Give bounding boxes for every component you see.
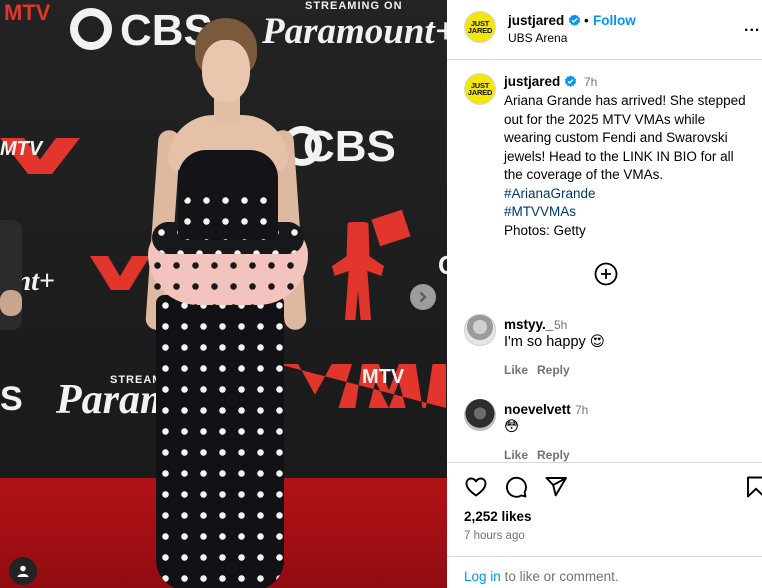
location-link[interactable]: UBS Arena	[508, 31, 567, 45]
backdrop-mtv-left: MTV	[0, 138, 43, 160]
comment-reply-button[interactable]: Reply	[537, 448, 570, 462]
account-name[interactable]: justjared	[508, 13, 581, 28]
comment-reply-button[interactable]: Reply	[537, 363, 570, 377]
comment-text: I'm so happy 😍	[504, 334, 605, 350]
caption-credit: Photos: Getty	[504, 222, 586, 238]
comment-time[interactable]: 5h	[554, 318, 567, 332]
backdrop-c-right: C	[438, 250, 447, 281]
actions-divider	[447, 462, 762, 463]
login-prompt: Log in to like or comment.	[464, 569, 619, 584]
side-person-hand	[0, 290, 22, 316]
cbs-eye-logo	[70, 8, 112, 50]
share-icon[interactable]	[544, 475, 568, 499]
ariana-grande-figure	[140, 10, 320, 588]
carousel-next-button[interactable]	[410, 284, 436, 310]
more-options-button[interactable]: ...	[744, 18, 760, 36]
comment-like-button[interactable]: Like	[504, 448, 528, 462]
account-avatar[interactable]: JUST JARED	[464, 11, 496, 43]
avatar-text: JUST JARED	[467, 19, 493, 35]
post-photo[interactable]: CBS STREAMING ON Paramount+ MTV MTV CBS …	[0, 0, 447, 588]
backdrop-s-low: S	[0, 380, 23, 418]
comments-section[interactable]: JUST JARED justjared 7h Ariana Grande ha…	[447, 61, 762, 463]
caption-body: Ariana Grande has arrived! She stepped o…	[504, 93, 746, 182]
comment-icon[interactable]	[504, 475, 528, 499]
plus-circle-icon[interactable]	[594, 262, 618, 286]
verified-icon	[565, 75, 577, 87]
commenter-avatar[interactable]	[464, 314, 496, 346]
comment-time[interactable]: 7h	[575, 403, 588, 417]
login-prompt-text: to like or comment.	[504, 569, 619, 584]
figure-face	[202, 40, 250, 102]
caption-user[interactable]: justjared	[504, 74, 577, 89]
chevron-right-icon	[420, 292, 427, 302]
user-tag-icon	[17, 565, 29, 577]
comment-like-button[interactable]: Like	[504, 363, 528, 377]
login-link[interactable]: Log in	[464, 569, 501, 584]
verified-icon	[569, 14, 581, 26]
post-header: JUST JARED justjared • Follow UBS Arena …	[447, 0, 762, 60]
more-icon: ...	[744, 18, 761, 35]
login-divider	[447, 556, 762, 557]
bookmark-icon[interactable]	[744, 475, 762, 499]
caption-user-text[interactable]: justjared	[504, 74, 560, 89]
backdrop-mtv-low: MTV	[362, 366, 405, 388]
comment-user[interactable]: mstyy._	[504, 317, 553, 332]
post-side-panel: JUST JARED justjared • Follow UBS Arena …	[447, 0, 762, 588]
heart-icon[interactable]	[464, 475, 488, 499]
commenter-avatar[interactable]	[464, 399, 496, 431]
backdrop-mtv-corner: MTV	[4, 0, 51, 25]
hashtag-arianagrande[interactable]: #ArianaGrande	[504, 185, 754, 204]
account-name-text[interactable]: justjared	[508, 13, 564, 28]
caption-avatar[interactable]: JUST JARED	[464, 73, 496, 105]
caption-time[interactable]: 7h	[584, 75, 597, 89]
polka-dot-skirt	[156, 295, 284, 588]
comment-text: 😳	[504, 419, 520, 435]
caption-text: Ariana Grande has arrived! She stepped o…	[504, 92, 754, 240]
post-time[interactable]: 7 hours ago	[464, 530, 525, 542]
follow-button[interactable]: Follow	[593, 13, 636, 28]
likes-count[interactable]: 2,252 likes	[464, 509, 532, 524]
hashtag-mtvvmas[interactable]: #MTVVMAs	[504, 203, 754, 222]
caption-avatar-text: JUST JARED	[467, 81, 493, 97]
strapless-bodice	[178, 150, 278, 240]
header-separator: •	[584, 13, 589, 28]
tagged-users-button[interactable]	[9, 557, 37, 585]
comment-user[interactable]: noevelvett	[504, 402, 571, 417]
